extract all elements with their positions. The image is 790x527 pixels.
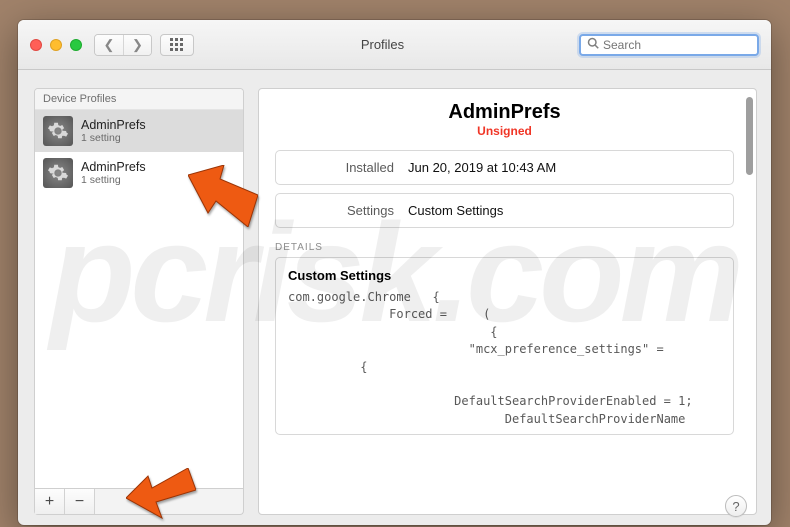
back-button[interactable]: ❮	[95, 35, 123, 55]
sidebar-footer: + −	[34, 489, 244, 515]
info-row-installed: Installed Jun 20, 2019 at 10:43 AM	[275, 150, 734, 185]
preferences-window: ❮ ❯ Profiles Device Pro	[18, 20, 771, 525]
profile-list-item[interactable]: AdminPrefs 1 setting	[35, 152, 243, 194]
profile-details-scroll[interactable]: AdminPrefs Unsigned Installed Jun 20, 20…	[273, 99, 752, 504]
remove-profile-button[interactable]: −	[65, 489, 95, 514]
scrollbar-thumb[interactable]	[746, 97, 753, 175]
profile-list-item[interactable]: AdminPrefs 1 setting	[35, 110, 243, 152]
forward-button[interactable]: ❯	[123, 35, 151, 55]
grid-icon	[170, 38, 184, 52]
details-body: com.google.Chrome { Forced = ( { "mcx_pr…	[288, 289, 721, 428]
info-row-settings: Settings Custom Settings	[275, 193, 734, 228]
details-box: Custom Settings com.google.Chrome { Forc…	[275, 257, 734, 435]
profile-item-name: AdminPrefs	[81, 118, 146, 132]
profile-item-text: AdminPrefs 1 setting	[81, 118, 146, 144]
gear-icon	[43, 116, 73, 146]
details-section-title: Custom Settings	[288, 268, 721, 283]
add-profile-button[interactable]: +	[35, 489, 65, 514]
unsigned-label: Unsigned	[273, 124, 736, 138]
close-icon[interactable]	[30, 39, 42, 51]
profile-title: AdminPrefs	[273, 101, 736, 124]
profile-list: Device Profiles AdminPrefs 1 setting	[34, 88, 244, 489]
details-header: DETAILS	[275, 242, 734, 253]
content-area: Device Profiles AdminPrefs 1 setting	[18, 70, 771, 525]
info-label: Installed	[290, 160, 408, 175]
search-input[interactable]	[603, 38, 751, 52]
window-title: Profiles	[202, 37, 563, 52]
sidebar-header: Device Profiles	[35, 89, 243, 110]
gear-icon	[43, 158, 73, 188]
profile-item-meta: 1 setting	[81, 132, 146, 144]
titlebar: ❮ ❯ Profiles	[18, 20, 771, 70]
maximize-icon[interactable]	[70, 39, 82, 51]
traffic-lights	[30, 39, 82, 51]
info-value: Custom Settings	[408, 203, 719, 218]
profile-item-meta: 1 setting	[81, 174, 146, 186]
help-button[interactable]: ?	[725, 495, 747, 517]
sidebar: Device Profiles AdminPrefs 1 setting	[34, 88, 244, 515]
minimize-icon[interactable]	[50, 39, 62, 51]
info-value: Jun 20, 2019 at 10:43 AM	[408, 160, 719, 175]
search-field[interactable]	[579, 34, 759, 56]
info-label: Settings	[290, 203, 408, 218]
nav-back-forward: ❮ ❯	[94, 34, 152, 56]
profile-item-name: AdminPrefs	[81, 160, 146, 174]
grid-button[interactable]	[160, 34, 194, 56]
search-icon	[587, 37, 599, 52]
profile-item-text: AdminPrefs 1 setting	[81, 160, 146, 186]
profile-details: AdminPrefs Unsigned Installed Jun 20, 20…	[258, 88, 757, 515]
